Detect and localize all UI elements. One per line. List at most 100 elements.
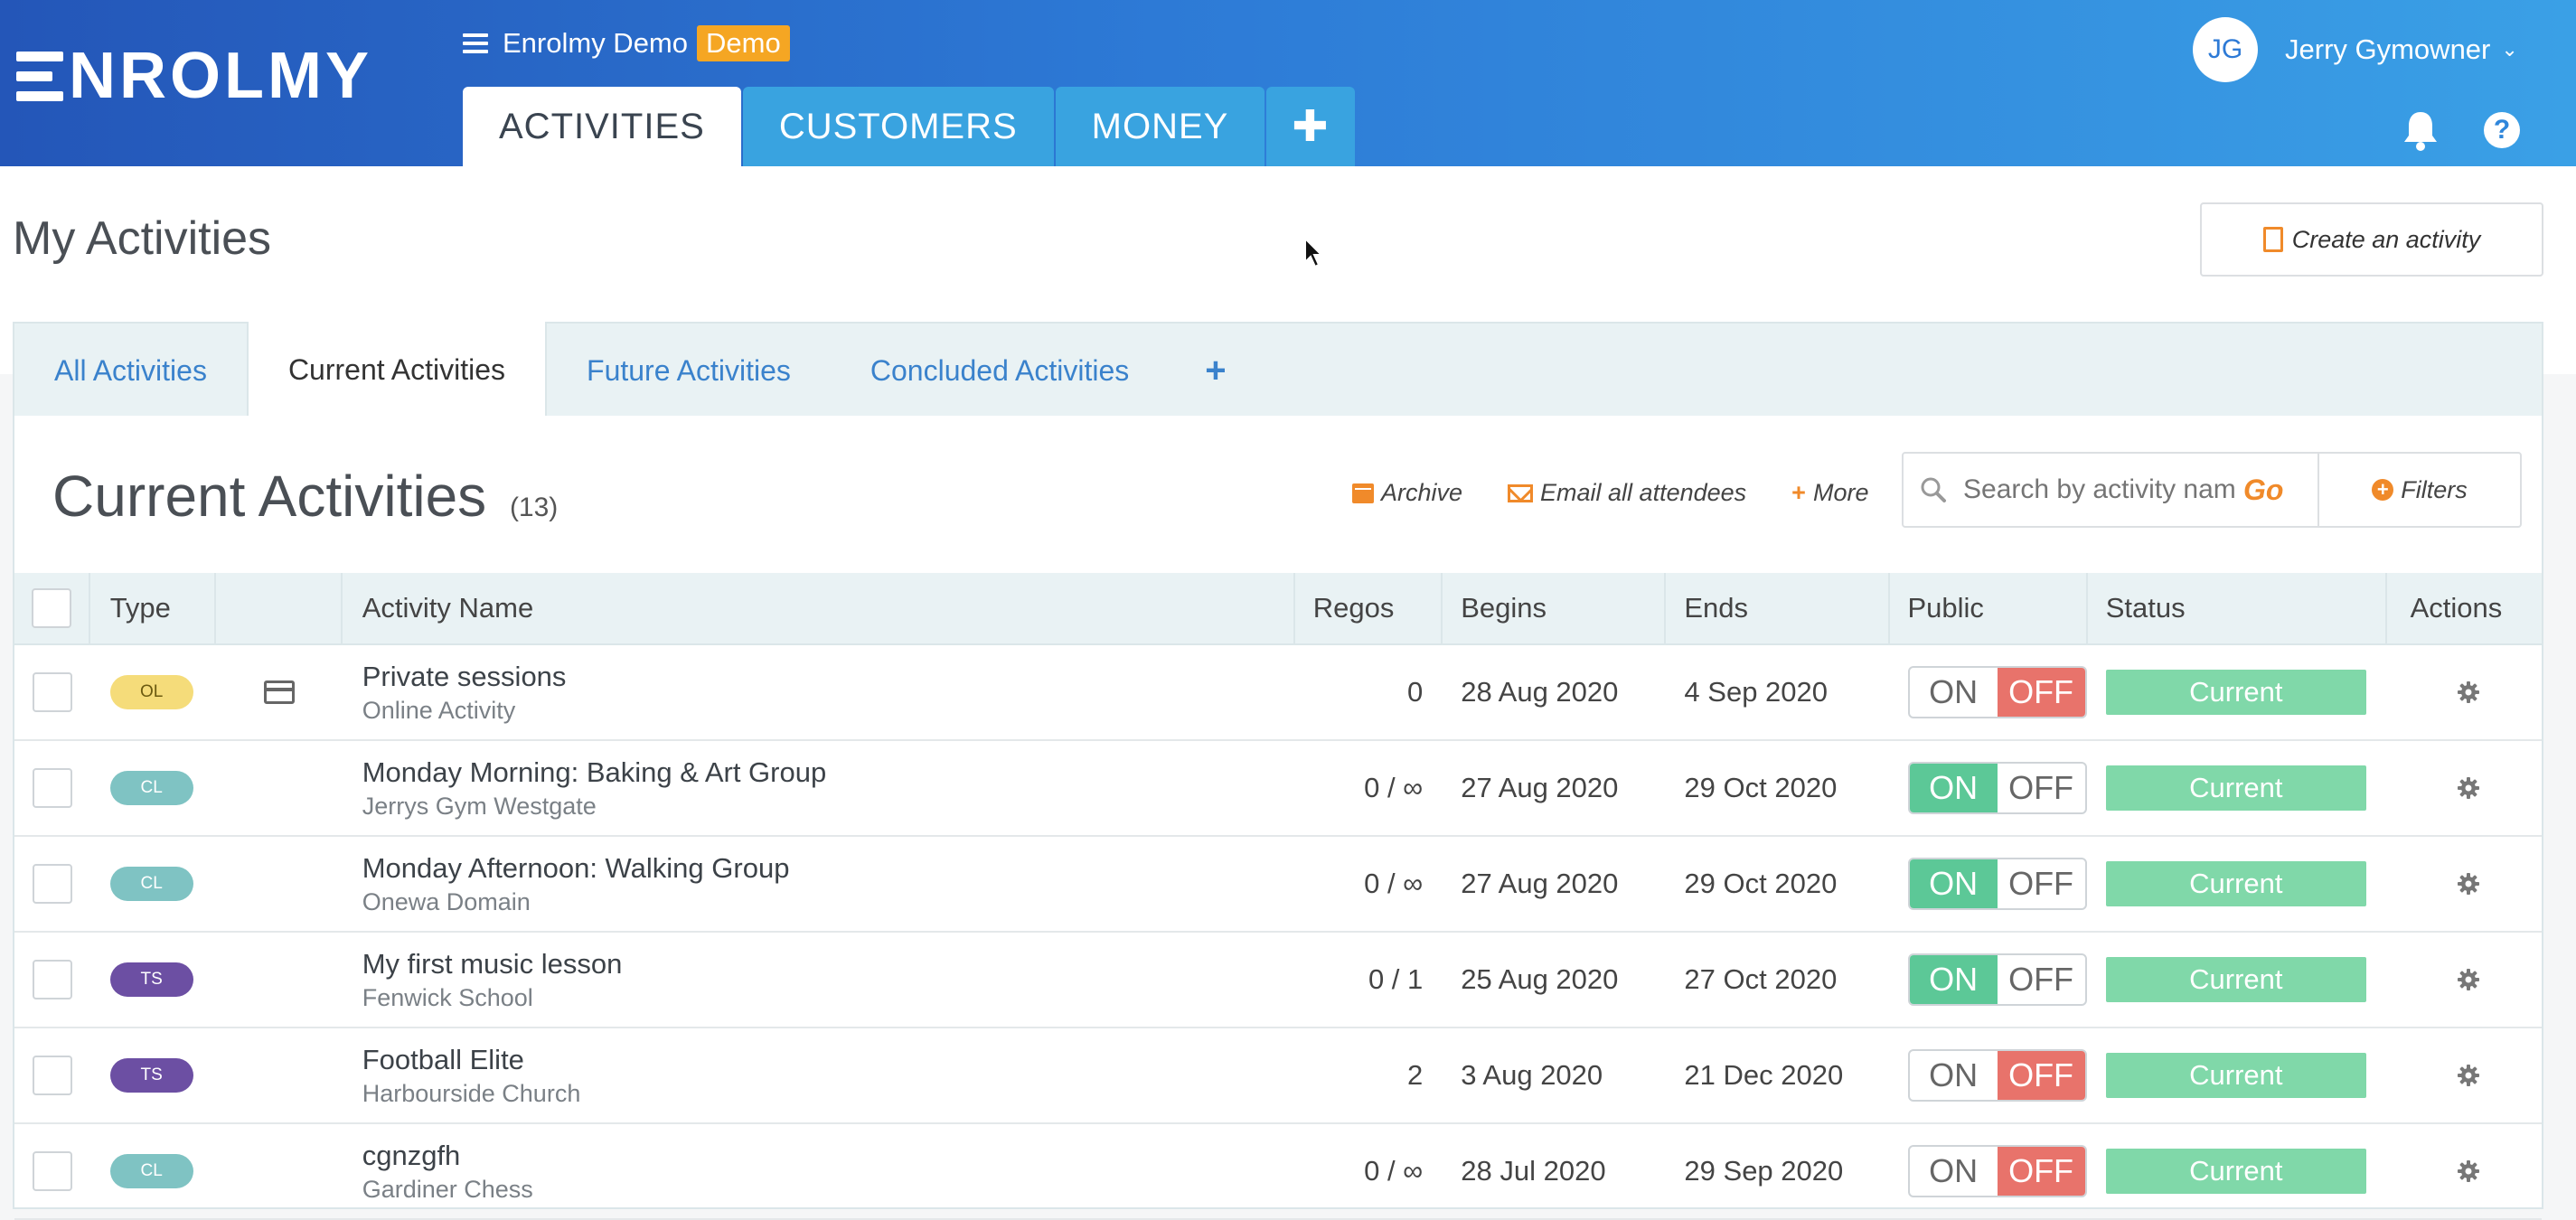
activity-venue: Jerrys Gym Westgate — [362, 792, 597, 820]
status-cell: Current — [2088, 741, 2387, 835]
icon-cell — [216, 837, 342, 931]
archive-button[interactable]: Archive — [1352, 479, 1462, 507]
table-row[interactable]: OL Private sessions Online Activity 0 28… — [14, 645, 2542, 741]
status-badge: Current — [2105, 765, 2366, 811]
toggle-on[interactable]: ON — [1909, 955, 1998, 1004]
tab-concluded-activities[interactable]: Concluded Activities — [831, 324, 1169, 418]
toggle-off[interactable]: OFF — [1998, 955, 2085, 1004]
add-tab-button[interactable]: ✚ — [1266, 87, 1355, 166]
toggle-off[interactable]: OFF — [1998, 859, 2085, 908]
type-cell: TS — [90, 1028, 217, 1122]
ends-date: 21 Dec 2020 — [1684, 1059, 1844, 1091]
gear-icon[interactable] — [2456, 1159, 2481, 1184]
table-row[interactable]: CL cgnzgfh Gardiner Chess 0 / ∞ 28 Jul 2… — [14, 1124, 2542, 1220]
archive-icon — [1352, 483, 1374, 503]
search-box: Go + Filters — [1902, 452, 2522, 528]
actions-cell — [2387, 1028, 2542, 1122]
activity-name-link[interactable]: Football Elite — [362, 1044, 581, 1076]
public-toggle[interactable]: ON OFF — [1907, 762, 2087, 814]
activity-venue: Fenwick School — [362, 983, 533, 1011]
toggle-off[interactable]: OFF — [1997, 668, 2085, 717]
activity-venue: Online Activity — [362, 696, 516, 724]
gear-icon[interactable] — [2456, 871, 2481, 896]
header-ends[interactable]: Ends — [1666, 573, 1890, 643]
header-status[interactable]: Status — [2088, 573, 2387, 643]
enrolmy-logo[interactable]: NROLMY — [16, 43, 372, 108]
gear-icon[interactable] — [2456, 967, 2481, 992]
toggle-on[interactable]: ON — [1909, 764, 1998, 812]
activity-name-link[interactable]: Private sessions — [362, 661, 567, 693]
begins-date: 28 Aug 2020 — [1461, 676, 1619, 708]
row-checkbox[interactable] — [32, 1056, 72, 1095]
public-toggle[interactable]: ON OFF — [1907, 1145, 2087, 1197]
toggle-on[interactable]: ON — [1910, 1147, 1998, 1196]
row-select-cell — [14, 837, 90, 931]
email-attendees-button[interactable]: Email all attendees — [1508, 479, 1746, 507]
activity-name-link[interactable]: My first music lesson — [362, 948, 623, 981]
toggle-off[interactable]: OFF — [1998, 764, 2085, 812]
toggle-on[interactable]: ON — [1909, 859, 1998, 908]
bell-icon[interactable] — [2401, 108, 2440, 152]
type-cell: CL — [90, 1124, 217, 1218]
add-view-tab-button[interactable]: + — [1169, 324, 1262, 418]
tab-all-activities[interactable]: All Activities — [14, 324, 247, 418]
begins-date: 27 Aug 2020 — [1461, 868, 1619, 899]
header-activity-name[interactable]: Activity Name — [343, 573, 1295, 643]
toggle-off[interactable]: OFF — [1997, 1147, 2085, 1196]
filters-button[interactable]: + Filters — [2317, 454, 2520, 526]
more-button[interactable]: + More — [1791, 479, 1868, 507]
toggle-on[interactable]: ON — [1910, 1051, 1998, 1100]
activity-name-link[interactable]: cgnzgfh — [362, 1140, 533, 1172]
table-header-row: Type Activity Name Regos Begins Ends Pub… — [14, 573, 2542, 645]
row-checkbox[interactable] — [32, 960, 72, 999]
create-activity-button[interactable]: Create an activity — [2200, 202, 2543, 277]
tab-money[interactable]: MONEY — [1055, 87, 1265, 166]
tab-customers[interactable]: CUSTOMERS — [742, 87, 1054, 166]
header-public[interactable]: Public — [1890, 573, 2088, 643]
more-label: More — [1812, 479, 1869, 506]
table-row[interactable]: CL Monday Morning: Baking & Art Group Je… — [14, 741, 2542, 837]
row-select-cell — [14, 1028, 90, 1122]
regos-value: 0 / ∞ — [1364, 1155, 1424, 1187]
filters-label: Filters — [2401, 475, 2468, 503]
row-checkbox[interactable] — [32, 672, 72, 712]
row-checkbox[interactable] — [32, 1151, 72, 1191]
activity-name-link[interactable]: Monday Morning: Baking & Art Group — [362, 756, 826, 789]
ends-date: 29 Oct 2020 — [1684, 772, 1838, 803]
page-title: My Activities — [13, 212, 272, 265]
public-toggle[interactable]: ON OFF — [1907, 1049, 2087, 1102]
go-button[interactable]: Go — [2243, 474, 2298, 507]
table-row[interactable]: TS Football Elite Harbourside Church 2 3… — [14, 1028, 2542, 1124]
main-nav-tabs: ACTIVITIES CUSTOMERS MONEY ✚ — [463, 87, 1357, 166]
search-input[interactable] — [1963, 474, 2234, 505]
hamburger-menu-icon[interactable] — [463, 33, 488, 53]
tab-activities[interactable]: ACTIVITIES — [463, 87, 741, 166]
begins-date: 28 Jul 2020 — [1461, 1155, 1606, 1187]
header-type[interactable]: Type — [90, 573, 217, 643]
user-menu[interactable]: JG Jerry Gymowner ⌄ — [2193, 17, 2518, 82]
table-row[interactable]: CL Monday Afternoon: Walking Group Onewa… — [14, 837, 2542, 933]
row-checkbox[interactable] — [32, 864, 72, 904]
row-checkbox[interactable] — [32, 768, 72, 808]
header-begins[interactable]: Begins — [1443, 573, 1667, 643]
public-cell: ON OFF — [1890, 837, 2088, 931]
public-toggle[interactable]: ON OFF — [1907, 953, 2087, 1006]
header-regos[interactable]: Regos — [1295, 573, 1443, 643]
tab-future-activities[interactable]: Future Activities — [547, 324, 831, 418]
tab-current-activities[interactable]: Current Activities — [246, 322, 548, 418]
type-badge: TS — [109, 1058, 193, 1093]
public-toggle[interactable]: ON OFF — [1907, 858, 2087, 910]
toggle-on[interactable]: ON — [1910, 668, 1998, 717]
public-toggle[interactable]: ON OFF — [1907, 666, 2087, 718]
help-icon[interactable]: ? — [2484, 112, 2520, 148]
gear-icon[interactable] — [2456, 1063, 2481, 1088]
toggle-off[interactable]: OFF — [1997, 1051, 2085, 1100]
gear-icon[interactable] — [2456, 775, 2481, 801]
gear-icon[interactable] — [2456, 680, 2481, 705]
type-badge: OL — [109, 675, 193, 709]
org-switcher[interactable]: Enrolmy Demo Demo — [463, 25, 790, 61]
select-all-checkbox[interactable] — [31, 588, 71, 628]
ends-date: 4 Sep 2020 — [1684, 676, 1829, 708]
table-row[interactable]: TS My first music lesson Fenwick School … — [14, 933, 2542, 1028]
activity-name-link[interactable]: Monday Afternoon: Walking Group — [362, 852, 790, 885]
